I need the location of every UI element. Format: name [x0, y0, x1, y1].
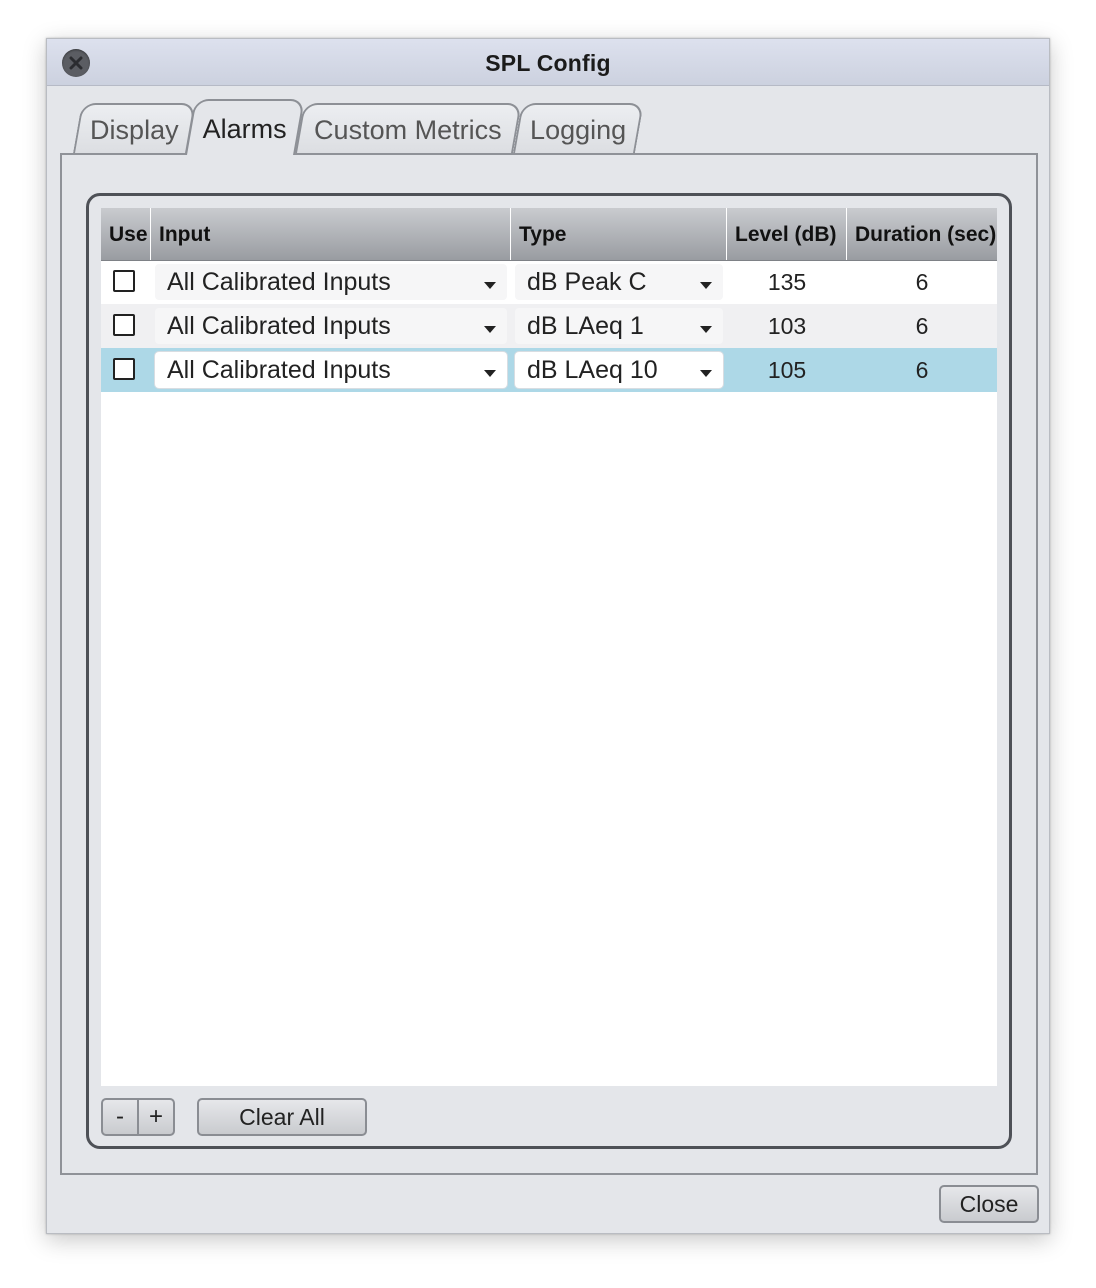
remove-row-button[interactable]: - [101, 1098, 139, 1136]
table-row[interactable]: All Calibrated Inputs dB Peak C 135 6 [101, 260, 997, 304]
tab-display[interactable]: Display [73, 103, 196, 153]
tab-display-label: Display [89, 115, 179, 145]
chevron-down-icon [700, 282, 712, 289]
tab-custom-metrics[interactable]: Custom Metrics [295, 103, 522, 153]
chevron-down-icon [700, 370, 712, 377]
close-button[interactable]: Close [939, 1185, 1039, 1223]
alarms-tab-panel: Use Input Type Level (dB) Duration (sec)… [60, 153, 1038, 1175]
type-dropdown[interactable]: dB LAeq 10 [515, 352, 723, 388]
column-header-input[interactable]: Input [151, 208, 511, 260]
column-header-level[interactable]: Level (dB) [727, 208, 847, 260]
level-cell[interactable]: 135 [727, 260, 847, 304]
tab-logging-label: Logging [529, 115, 627, 145]
alarms-table: Use Input Type Level (dB) Duration (sec)… [101, 208, 997, 1086]
type-dropdown[interactable]: dB LAeq 1 [515, 308, 723, 344]
duration-cell[interactable]: 6 [847, 304, 997, 348]
input-dropdown[interactable]: All Calibrated Inputs [155, 264, 507, 300]
chevron-down-icon [484, 370, 496, 377]
tab-logging[interactable]: Logging [513, 103, 644, 153]
type-dropdown-value: dB Peak C [527, 268, 647, 296]
alarms-group: Use Input Type Level (dB) Duration (sec)… [86, 193, 1012, 1149]
chevron-down-icon [484, 282, 496, 289]
column-header-type[interactable]: Type [511, 208, 727, 260]
window-title: SPL Config [485, 50, 611, 76]
add-row-button[interactable]: + [137, 1098, 175, 1136]
tab-custom-metrics-label: Custom Metrics [314, 115, 502, 145]
type-dropdown-value: dB LAeq 1 [527, 312, 644, 340]
input-dropdown[interactable]: All Calibrated Inputs [155, 308, 507, 344]
table-row[interactable]: All Calibrated Inputs dB LAeq 1 103 6 [101, 304, 997, 348]
type-dropdown-value: dB LAeq 10 [527, 356, 658, 384]
duration-cell[interactable]: 6 [847, 348, 997, 392]
tab-alarms-label: Alarms [202, 114, 287, 144]
use-checkbox[interactable] [113, 270, 135, 292]
input-dropdown-value: All Calibrated Inputs [167, 356, 391, 384]
input-dropdown-value: All Calibrated Inputs [167, 268, 391, 296]
use-checkbox[interactable] [113, 358, 135, 380]
column-header-use[interactable]: Use [101, 208, 151, 260]
input-dropdown[interactable]: All Calibrated Inputs [155, 352, 507, 388]
chevron-down-icon [484, 326, 496, 333]
duration-cell[interactable]: 6 [847, 260, 997, 304]
title-bar[interactable]: SPL Config [47, 39, 1049, 86]
column-header-duration[interactable]: Duration (sec) [847, 208, 997, 260]
table-header: Use Input Type Level (dB) Duration (sec) [101, 208, 997, 261]
table-row-selected[interactable]: All Calibrated Inputs dB LAeq 10 105 6 [101, 348, 997, 392]
clear-all-button[interactable]: Clear All [197, 1098, 367, 1136]
input-dropdown-value: All Calibrated Inputs [167, 312, 391, 340]
level-cell[interactable]: 103 [727, 304, 847, 348]
use-checkbox[interactable] [113, 314, 135, 336]
tab-alarms[interactable]: Alarms [185, 99, 305, 155]
spl-config-window: SPL Config Display Alarms Custom Metrics… [46, 38, 1050, 1234]
chevron-down-icon [700, 326, 712, 333]
type-dropdown[interactable]: dB Peak C [515, 264, 723, 300]
level-cell[interactable]: 105 [727, 348, 847, 392]
tab-bar: Display Alarms Custom Metrics Logging [47, 99, 1049, 155]
